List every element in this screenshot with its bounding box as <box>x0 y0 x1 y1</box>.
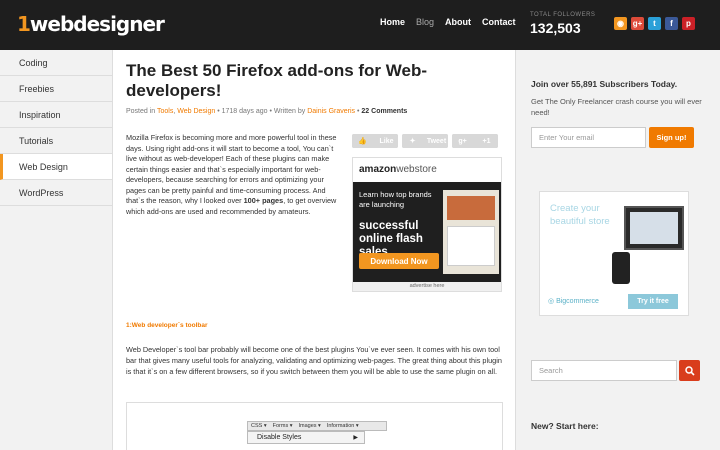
start-here-title: New? Start here: <box>531 421 599 431</box>
category-freebies[interactable]: Freebies <box>0 76 112 102</box>
plusone-label: +1 <box>475 134 498 148</box>
submenu-arrow-icon: ▶ <box>353 435 358 441</box>
ad-brand-suffix: webstore <box>396 164 437 175</box>
section-paragraph: Web Developer`s tool bar probably will b… <box>126 345 502 376</box>
like-button[interactable]: 👍 Like <box>352 134 398 148</box>
ad-body: Learn how top brands are launching succe… <box>353 182 501 284</box>
ad-brand-name: amazon <box>359 164 397 175</box>
ad-line1: Learn how top brands are launching <box>359 190 432 209</box>
facebook-icon[interactable]: f <box>665 17 678 30</box>
search-icon <box>684 365 695 376</box>
twitter-bird-icon: ✦ <box>402 134 425 148</box>
logo-text: webdesigner <box>29 12 165 36</box>
toolbar-images[interactable]: Images ▾ <box>298 423 320 429</box>
search-input[interactable]: Search <box>531 360 677 381</box>
advertise-here-link[interactable]: advertise here <box>353 282 501 291</box>
intro-bold: 100+ pages <box>243 196 284 205</box>
google-plus-small-icon: g+ <box>452 134 475 148</box>
intro-text-1: Mozilla Firefox is becoming more and mor… <box>126 133 337 205</box>
ad-download-button[interactable]: Download Now <box>359 253 439 269</box>
bigcommerce-name: Bigcommerce <box>556 298 599 305</box>
nav-about[interactable]: About <box>445 17 471 27</box>
subscribe-title: Join over 55,891 Subscribers Today. <box>531 79 678 89</box>
webdev-toolbar: CSS ▾ Forms ▾ Images ▾ Information ▾ <box>247 421 387 431</box>
meta-posted: Posted in <box>126 108 158 115</box>
toolbar-information[interactable]: Information ▾ <box>327 423 359 429</box>
social-links: ◉ g+ t f p <box>614 17 695 30</box>
article-title[interactable]: The Best 50 Firefox add-ons for Web-deve… <box>126 61 506 101</box>
bigcommerce-icon: ◎ <box>548 298 557 305</box>
twitter-icon[interactable]: t <box>648 17 661 30</box>
section-heading: 1:Web developer`s toolbar <box>126 322 208 329</box>
dropdown-menu: Disable Styles ▶ <box>247 431 365 444</box>
phone-image <box>612 252 630 284</box>
site-header: 1webdesigner Home Blog About Contact TOT… <box>0 0 720 50</box>
right-sidebar: Join over 55,891 Subscribers Today. Get … <box>515 50 720 450</box>
google-plus-icon[interactable]: g+ <box>631 17 644 30</box>
ad-brand: amazonwebstore <box>353 158 501 182</box>
main-nav: Home Blog About Contact <box>380 17 527 27</box>
site-logo[interactable]: 1webdesigner <box>17 12 165 36</box>
followers-count: 132,503 <box>530 20 581 36</box>
followers-label: TOTAL FOLLOWERS <box>530 12 596 18</box>
pinterest-icon[interactable]: p <box>682 17 695 30</box>
article-meta: Posted in Tools, Web Design • 1718 days … <box>126 108 408 115</box>
author-link[interactable]: Dainis Graveris <box>307 108 355 115</box>
nav-home[interactable]: Home <box>380 17 405 27</box>
toolbar-css[interactable]: CSS ▾ <box>251 423 267 429</box>
category-wordpress[interactable]: WordPress <box>0 180 112 206</box>
category-link-tools[interactable]: Tools <box>157 108 173 115</box>
comments-link[interactable]: 22 Comments <box>361 108 407 115</box>
category-coding[interactable]: Coding <box>0 50 112 76</box>
search-button[interactable] <box>679 360 700 381</box>
meta-ago: • 1718 days ago • Written by <box>215 108 308 115</box>
article: The Best 50 Firefox add-ons for Web-deve… <box>113 50 515 450</box>
article-intro: Mozilla Firefox is becoming more and mor… <box>126 133 340 217</box>
email-field[interactable]: Enter Your email <box>531 127 646 148</box>
category-tutorials[interactable]: Tutorials <box>0 128 112 154</box>
nav-blog[interactable]: Blog <box>416 17 434 27</box>
category-link-web-design[interactable]: Web Design <box>177 108 215 115</box>
tweet-label: Tweet <box>425 134 448 148</box>
like-label: Like <box>375 134 398 148</box>
ad-screenshot-image <box>443 190 499 274</box>
logo-number: 1 <box>17 12 31 36</box>
category-inspiration[interactable]: Inspiration <box>0 102 112 128</box>
nav-contact[interactable]: Contact <box>482 17 516 27</box>
bigcommerce-logo: ◎ Bigcommerce <box>548 297 599 305</box>
subscribe-description: Get The Only Freelancer crash course you… <box>531 97 702 117</box>
try-free-button[interactable]: Try it free <box>628 294 678 309</box>
toolbar-forms[interactable]: Forms ▾ <box>273 423 293 429</box>
plusone-button[interactable]: g+ +1 <box>452 134 498 148</box>
signup-button[interactable]: Sign up! <box>649 127 694 148</box>
rss-icon[interactable]: ◉ <box>614 17 627 30</box>
share-buttons: 👍 Like ✦ Tweet g+ +1 <box>352 134 498 148</box>
category-nav: Coding Freebies Inspiration Tutorials We… <box>0 50 112 206</box>
category-web-design[interactable]: Web Design <box>0 154 112 180</box>
toolbar-screenshot: CSS ▾ Forms ▾ Images ▾ Information ▾ Dis… <box>126 402 503 450</box>
banner-headline: Create your beautiful store <box>550 203 610 227</box>
ad-banner[interactable]: amazonwebstore Learn how top brands are … <box>352 157 502 292</box>
laptop-image <box>624 206 684 250</box>
thumb-icon: 👍 <box>352 134 375 148</box>
menu-item-disable-styles[interactable]: Disable Styles <box>257 434 301 441</box>
tweet-button[interactable]: ✦ Tweet <box>402 134 448 148</box>
bigcommerce-ad[interactable]: Create your beautiful store ◎ Bigcommerc… <box>539 191 689 316</box>
